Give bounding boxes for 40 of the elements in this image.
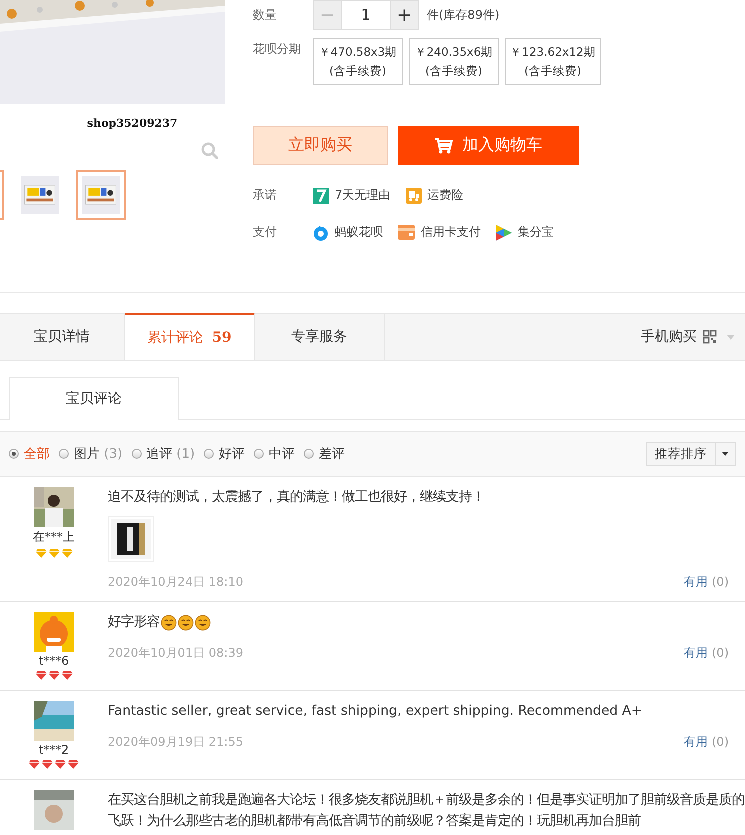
- useful-button[interactable]: 有用 (0): [684, 574, 729, 591]
- tab[interactable]: 专享服务: [255, 314, 385, 360]
- review-date: 2020年09月19日 21:55: [108, 734, 244, 751]
- installment-option[interactable]: ￥123.62x12期 (含手续费): [505, 38, 601, 85]
- review-text: Fantastic seller, great service, fast shipping, expert shipping. Recommended A+: [108, 703, 643, 721]
- stock-text: 件(库存89件): [427, 6, 500, 24]
- field-label: 承诺: [253, 187, 278, 204]
- service-text: 7天无理由: [335, 187, 391, 204]
- filter-radio[interactable]: 追评 (1): [132, 445, 196, 463]
- field-label: 数量: [253, 6, 278, 24]
- sort-dropdown[interactable]: 推荐排序: [646, 442, 716, 466]
- review-date: 2020年10月01日 08:39: [108, 645, 244, 662]
- useful-button[interactable]: 有用 (0): [684, 645, 729, 662]
- shop-name: shop35209237: [86, 117, 179, 130]
- installment-option[interactable]: ￥240.35x6期 (含手续费): [409, 38, 499, 85]
- service-text: 信用卡支付: [421, 224, 481, 241]
- username: t***6: [38, 654, 70, 668]
- quantity-field[interactable]: 1: [341, 1, 391, 29]
- service-text: 蚂蚁花呗: [335, 224, 383, 241]
- service-text: 运费险: [428, 187, 464, 204]
- username: 在***上: [33, 529, 75, 546]
- username: t***2: [38, 743, 70, 757]
- installment-option[interactable]: ￥470.58x3期 (含手续费): [313, 38, 403, 85]
- review-date: 2020年10月24日 18:10: [108, 574, 244, 591]
- filter-radio[interactable]: 图片 (3): [59, 445, 123, 463]
- filter-radio[interactable]: 好评: [204, 445, 246, 463]
- filter-radio[interactable]: 全部: [9, 445, 50, 463]
- filter-radio[interactable]: 中评: [254, 445, 296, 463]
- tab[interactable]: 累计评论 59: [125, 313, 255, 360]
- review-text: 在买这台胆机之前我是跑遍各大论坛！很多烧友都说胆机＋前级是多余的！但是事实证明加了胆前级音质是质的飞跃！为什么那些古老的胆机都带有高低音调节的前级呢？答案是肯定的！玩胆机再加台胆前: [108, 792, 745, 831]
- tab[interactable]: 宝贝评论: [9, 377, 179, 420]
- field-label: 花呗分期: [253, 41, 302, 58]
- filter-radio[interactable]: 差评: [304, 445, 346, 463]
- review-text: 好字形容: [108, 614, 160, 632]
- field-label: 支付: [253, 224, 278, 241]
- review-text: 迫不及待的测试，太震撼了，真的满意！做工也很好，继续支持！: [108, 488, 485, 507]
- mobile-buy-link[interactable]: 手机购买: [641, 328, 697, 346]
- service-text: 集分宝: [518, 224, 554, 241]
- useful-button[interactable]: 有用 (0): [684, 734, 729, 751]
- increase-button[interactable]: +: [391, 1, 418, 29]
